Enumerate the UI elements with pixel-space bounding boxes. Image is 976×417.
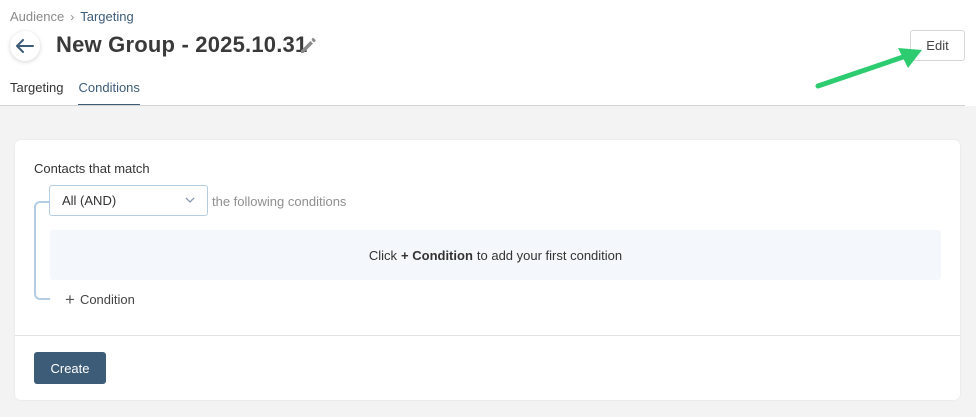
following-conditions-text: the following conditions <box>212 194 347 209</box>
add-condition-button[interactable]: + Condition <box>65 290 135 309</box>
empty-suffix: to add your first condition <box>476 247 623 263</box>
breadcrumb-separator: › <box>70 9 75 24</box>
tab-conditions[interactable]: Conditions <box>78 80 140 106</box>
add-condition-label: Condition <box>79 292 135 307</box>
tab-bar: Targeting Conditions <box>10 80 155 106</box>
pencil-icon[interactable] <box>298 35 318 55</box>
page-header: Audience › Targeting New Group - 2025.10… <box>0 0 976 106</box>
plus-icon: + <box>65 290 75 309</box>
match-label: Contacts that match <box>34 161 150 176</box>
back-button[interactable] <box>10 31 40 61</box>
breadcrumb: Audience › Targeting <box>10 9 134 24</box>
breadcrumb-audience[interactable]: Audience <box>10 9 64 24</box>
operator-select[interactable]: All (AND) <box>49 185 208 216</box>
card-divider <box>15 335 960 336</box>
operator-select-value: All (AND) <box>62 193 117 208</box>
tabs-divider <box>0 105 965 106</box>
arrow-left-icon <box>16 39 34 53</box>
empty-prefix: Click <box>368 247 398 263</box>
chevron-down-icon <box>185 197 195 203</box>
create-button[interactable]: Create <box>34 352 106 384</box>
conditions-bracket <box>34 201 50 300</box>
tab-targeting[interactable]: Targeting <box>10 80 63 106</box>
conditions-card: Contacts that match All (AND) the follow… <box>15 140 960 400</box>
empty-conditions-message: Click + Condition to add your first cond… <box>50 230 941 280</box>
breadcrumb-targeting[interactable]: Targeting <box>80 9 133 24</box>
page-title: New Group - 2025.10.31 <box>56 32 308 57</box>
annotation-arrow-icon <box>815 48 922 89</box>
empty-condition-keyword: + Condition <box>401 247 473 263</box>
